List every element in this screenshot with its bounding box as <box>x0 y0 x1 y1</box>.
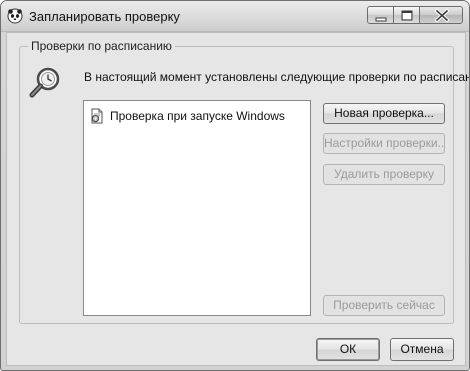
caption-buttons <box>367 6 463 25</box>
scheduled-checks-list[interactable]: Проверка при запуске Windows <box>83 100 311 316</box>
minimize-button[interactable] <box>367 6 394 24</box>
scheduled-checks-group: Проверки по расписанию В настоящий момен… <box>19 39 469 324</box>
check-settings-button[interactable]: Настройки проверки... <box>323 133 445 154</box>
minimize-icon <box>375 17 387 22</box>
close-icon <box>434 8 450 23</box>
maximize-icon <box>401 10 413 21</box>
dialog-body: Проверки по расписанию В настоящий момен… <box>6 32 469 366</box>
list-item[interactable]: Проверка при запуске Windows <box>89 108 285 124</box>
magnifier-clock-icon <box>29 65 65 101</box>
cancel-button[interactable]: Отмена <box>390 338 454 361</box>
close-button[interactable] <box>419 6 463 24</box>
group-legend: Проверки по расписанию <box>28 39 175 53</box>
title-bar[interactable]: Запланировать проверку <box>1 1 469 32</box>
delete-check-button[interactable]: Удалить проверку <box>323 164 445 185</box>
description-text: В настоящий момент установлены следующие… <box>84 70 470 84</box>
schedule-check-dialog: Запланировать проверку Проверки по распи… <box>0 0 470 371</box>
check-now-button[interactable]: Проверить сейчас <box>323 295 445 316</box>
maximize-button[interactable] <box>393 6 420 24</box>
window-title: Запланировать проверку <box>29 9 180 24</box>
ok-button[interactable]: ОК <box>316 338 380 361</box>
new-check-button[interactable]: Новая проверка... <box>323 103 445 124</box>
panda-icon[interactable] <box>7 8 23 24</box>
list-item-label: Проверка при запуске Windows <box>110 109 285 123</box>
document-gear-icon <box>89 108 105 124</box>
